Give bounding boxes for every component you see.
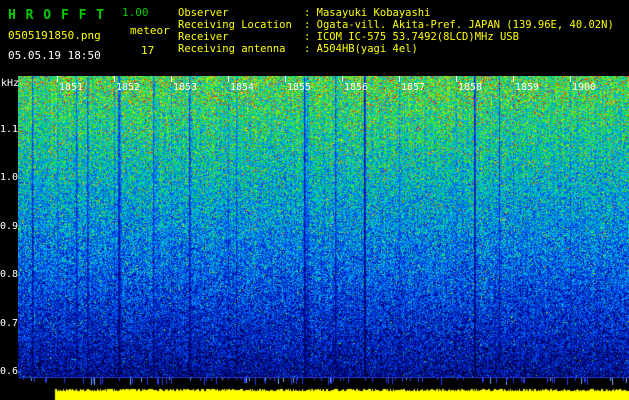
time-tick-label: 1852 [116, 82, 141, 93]
time-tick-label: 1856 [344, 82, 369, 93]
minute-tick [570, 76, 571, 82]
station-info-line: Receiving Location: Ogata-vill. Akita-Pr… [178, 19, 614, 31]
minute-tick [171, 76, 172, 82]
hrofft-output: H R O F F T 1.00 0505191850.png meteor 0… [0, 0, 629, 400]
freq-tick-label: 0.8 [0, 269, 19, 280]
time-tick-label: 1855 [287, 82, 312, 93]
freq-tick-label: 0.6 [0, 366, 19, 377]
info-label: Receiver [178, 31, 229, 43]
time-tick-label: 1857 [401, 82, 426, 93]
meteor-count: 17 [141, 44, 155, 57]
info-value: ICOM IC-575 53.7492(8LCD)MHz USB [316, 31, 519, 43]
level-bar-canvas [0, 377, 629, 400]
station-info: Observer: Masayuki Kobayashi Receiving Lo… [178, 7, 614, 55]
filename-row: 0505191850.png meteor [8, 24, 178, 44]
app-version: 1.00 [122, 6, 149, 19]
info-value: A504HB(yagi 4el) [316, 43, 418, 55]
info-label: Receiving antenna [178, 43, 286, 55]
minute-tick [399, 76, 400, 82]
info-label: Receiving Location [178, 19, 292, 31]
info-separator: : [304, 31, 317, 43]
minute-tick [456, 76, 457, 82]
time-tick-label: 1858 [458, 82, 483, 93]
freq-axis-unit: kHz [1, 78, 20, 89]
minute-tick [57, 76, 58, 82]
spectrogram-canvas [18, 76, 629, 377]
freq-tick-label: 1.1 [0, 124, 19, 135]
app-title: H R O F F T [8, 8, 106, 23]
time-tick-label: 1851 [59, 82, 84, 93]
time-tick-label: 1859 [515, 82, 540, 93]
freq-tick-label: 0.7 [0, 318, 19, 329]
time-tick-label: 1900 [572, 82, 597, 93]
station-info-line: Receiver: ICOM IC-575 53.7492(8LCD)MHz U… [178, 31, 614, 43]
minute-tick [342, 76, 343, 82]
header-left: H R O F F T 1.00 0505191850.png meteor 0… [8, 4, 178, 64]
info-separator: : [304, 43, 317, 55]
station-info-line: Receiving antenna: A504HB(yagi 4el) [178, 43, 614, 55]
freq-tick-label: 0.9 [0, 221, 19, 232]
info-separator: : [304, 7, 317, 19]
minute-tick [228, 76, 229, 82]
info-value: Masayuki Kobayashi [316, 7, 431, 19]
minute-tick [513, 76, 514, 82]
info-separator: : [304, 19, 317, 31]
freq-tick-label: 1.0 [0, 172, 19, 183]
title-row: H R O F F T 1.00 [8, 4, 178, 24]
minute-tick [285, 76, 286, 82]
datetime-label: 05.05.19 18:50 [8, 49, 101, 62]
info-label: Observer [178, 7, 229, 19]
output-filename: 0505191850.png [8, 29, 101, 42]
time-tick-label: 1853 [173, 82, 198, 93]
info-value: Ogata-vill. Akita-Pref. JAPAN (139.96E, … [316, 19, 614, 31]
mode-label: meteor [130, 24, 170, 37]
station-info-line: Observer: Masayuki Kobayashi [178, 7, 614, 19]
time-tick-label: 1854 [230, 82, 255, 93]
datetime-row: 05.05.19 18:50 17 [8, 44, 178, 64]
minute-tick [114, 76, 115, 82]
